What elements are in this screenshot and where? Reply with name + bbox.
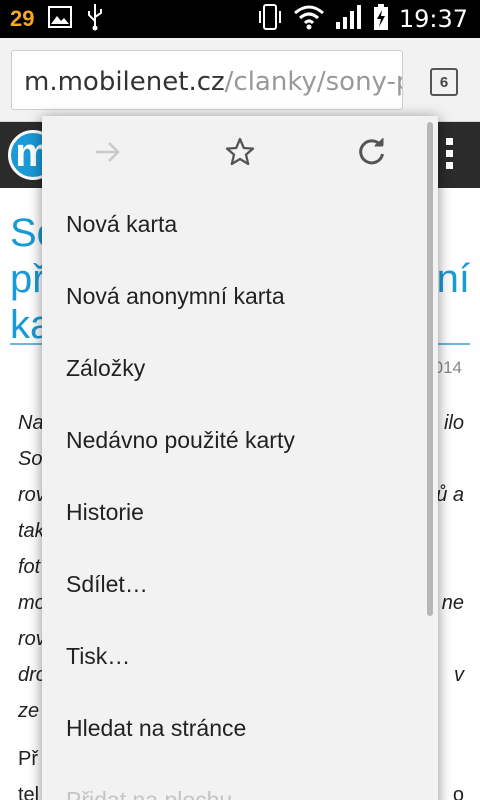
menu-item-bookmarks[interactable]: Záložky — [42, 332, 438, 404]
browser-overflow-menu: Nová karta Nová anonymní karta Záložky N… — [42, 116, 438, 800]
site-menu-icon[interactable] — [446, 138, 454, 174]
menu-item-recent-tabs[interactable]: Nedávno použité karty — [42, 404, 438, 476]
wifi-icon — [293, 4, 325, 35]
url-path: /clanky/sony-pre — [224, 67, 402, 97]
tab-switcher-button[interactable]: 6 — [430, 68, 458, 96]
menu-item-share[interactable]: Sdílet… — [42, 548, 438, 620]
star-icon[interactable] — [222, 134, 258, 170]
clock: 19:37 — [398, 5, 468, 33]
vibrate-icon — [257, 3, 283, 36]
menu-icon-row — [42, 116, 438, 188]
menu-item-add-to-homescreen[interactable]: Přidat na plochu — [42, 764, 438, 800]
url-text: m.mobilenet.cz/clanky/sony-pre — [24, 67, 402, 97]
browser-toolbar: m.mobilenet.cz/clanky/sony-pre 6 — [0, 38, 480, 122]
battery-charging-icon — [373, 3, 389, 36]
menu-item-new-tab[interactable]: Nová karta — [42, 188, 438, 260]
menu-item-new-incognito-tab[interactable]: Nová anonymní karta — [42, 260, 438, 332]
menu-item-find-in-page[interactable]: Hledat na stránce — [42, 692, 438, 764]
usb-icon — [86, 3, 104, 36]
menu-item-history[interactable]: Historie — [42, 476, 438, 548]
signal-icon — [335, 4, 363, 35]
image-icon — [48, 5, 73, 33]
url-bar[interactable]: m.mobilenet.cz/clanky/sony-pre — [11, 50, 403, 110]
url-host: m.mobilenet.cz — [24, 67, 225, 97]
reload-icon[interactable] — [354, 134, 390, 170]
tab-count: 6 — [439, 73, 449, 91]
notification-count: 29 — [10, 6, 35, 31]
status-bar: 29 19:37 — [0, 0, 480, 38]
forward-icon[interactable] — [90, 134, 126, 170]
menu-item-print[interactable]: Tisk… — [42, 620, 438, 692]
menu-scrollbar[interactable] — [427, 122, 433, 616]
